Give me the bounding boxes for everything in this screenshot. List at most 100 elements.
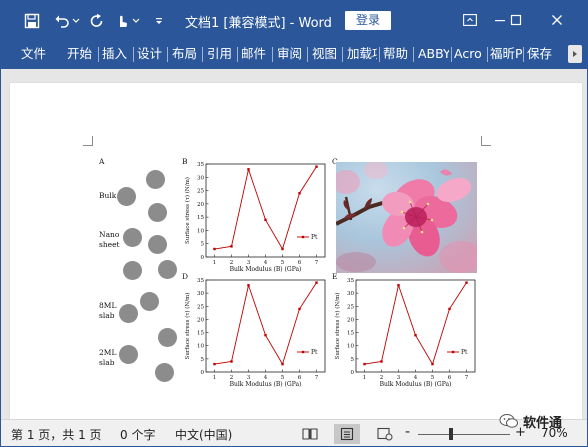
zoom-slider-thumb[interactable] <box>449 428 453 440</box>
save-icon[interactable] <box>21 10 43 32</box>
undo-dropdown-icon[interactable] <box>71 10 81 32</box>
data-point <box>213 362 216 366</box>
data-point <box>431 362 434 366</box>
tab-view[interactable]: 视图 <box>312 39 338 69</box>
tab-foxit-pdf[interactable]: 福昕PDF <box>490 39 522 69</box>
atom-circle <box>119 304 138 323</box>
layer-label-bulk: Bulk <box>99 191 117 200</box>
wechat-logo-icon <box>499 414 518 428</box>
tab-divider <box>451 47 452 62</box>
tab-help[interactable]: 帮助 <box>383 39 409 69</box>
data-point <box>363 362 366 366</box>
data-point <box>448 307 451 311</box>
atom-circle <box>148 235 167 254</box>
tab-save[interactable]: 保存 <box>527 39 558 69</box>
data-point <box>298 307 301 311</box>
y-tick-label: 20 <box>197 202 204 208</box>
tab-divider <box>202 47 203 62</box>
y-tick-label: 35 <box>197 278 204 284</box>
tab-acrobat[interactable]: Acro <box>454 39 485 69</box>
y-tick-label: 30 <box>347 291 354 297</box>
layer-label-8ml: 8ML <box>99 301 117 310</box>
login-button[interactable]: 登录 <box>345 11 391 30</box>
y-tick-label: 25 <box>197 304 204 310</box>
customize-qat-icon[interactable] <box>152 10 166 32</box>
atom-circle <box>140 292 159 311</box>
tab-references[interactable]: 引用 <box>207 39 233 69</box>
tab-divider <box>272 47 273 62</box>
tab-layout[interactable]: 布局 <box>172 39 198 69</box>
read-mode-icon[interactable] <box>297 424 323 444</box>
chart-b: 051015202530351 2 3 4 5 6 7Bulk Modulus (B) (G… <box>184 162 326 273</box>
tab-home[interactable]: 开始 <box>67 39 93 69</box>
data-point <box>315 165 318 168</box>
touch-mode-icon[interactable] <box>113 10 131 32</box>
y-tick-label: 25 <box>347 304 354 310</box>
atom-circle <box>146 170 165 189</box>
y-tick-label: 35 <box>347 278 354 284</box>
tab-file[interactable]: 文件 <box>21 39 47 69</box>
language-status[interactable]: 中文(中国) <box>175 426 232 443</box>
watermark-text: 软件通 <box>523 416 563 431</box>
atom-circle <box>123 228 142 247</box>
y-tick-label: 30 <box>197 175 204 181</box>
chart-frame <box>205 279 326 373</box>
tab-divider <box>307 47 308 62</box>
ribbon-scroll-right-icon[interactable] <box>568 45 582 63</box>
tab-addins[interactable]: 加载项 <box>347 39 377 69</box>
y-tick-label: 5 <box>201 357 205 363</box>
word-count-status[interactable]: 0 个字 <box>120 426 155 443</box>
y-tick-label: 5 <box>201 242 205 248</box>
x-axis-label: Bulk Modulus (B) (GPa) <box>380 381 452 388</box>
x-axis-label: Bulk Modulus (B) (GPa) <box>230 266 302 273</box>
x-tick-label: 1 <box>213 375 217 381</box>
zoom-out-button[interactable]: - <box>405 424 410 440</box>
data-point <box>247 284 250 287</box>
x-tick-label: 7 <box>465 375 469 381</box>
close-icon[interactable] <box>542 9 572 31</box>
print-layout-icon[interactable] <box>334 424 360 444</box>
data-point <box>397 284 400 287</box>
data-point <box>281 362 284 366</box>
y-tick-label: 0 <box>201 255 205 261</box>
tab-insert[interactable]: 插入 <box>102 39 128 69</box>
panel-label-a: A <box>99 157 105 166</box>
ribbon-tabs: 文件 开始 插入 设计 布局 引用 邮件 审阅 视图 加载项 帮助 ABBYY … <box>1 39 587 69</box>
x-tick-label: 1 <box>363 375 367 381</box>
tab-divider <box>523 47 524 62</box>
ribbon-display-options-icon[interactable] <box>455 9 485 31</box>
y-tick-label: 15 <box>197 215 204 221</box>
tab-abbyy[interactable]: ABBYY <box>418 39 449 69</box>
tab-mailings[interactable]: 邮件 <box>241 39 267 69</box>
data-point <box>264 334 267 337</box>
x-tick-label: 7 <box>315 375 319 381</box>
legend-marker <box>301 350 305 354</box>
redo-icon[interactable] <box>88 10 106 32</box>
data-point <box>315 281 318 284</box>
margin-corner-mark <box>83 136 93 146</box>
data-point <box>213 247 216 251</box>
web-layout-icon[interactable] <box>372 424 398 444</box>
data-point <box>298 192 301 195</box>
atom-circle <box>119 345 138 364</box>
word-window: 文档1 [兼容模式] - Word 登录 文件 开始 插入 设计 布局 引用 邮… <box>0 0 588 447</box>
maximize-icon[interactable] <box>501 9 531 31</box>
atom-circle <box>158 328 177 347</box>
tab-design[interactable]: 设计 <box>137 39 163 69</box>
document-title: 文档1 [兼容模式] - Word <box>185 16 332 31</box>
tab-divider <box>342 47 343 62</box>
tab-divider <box>379 47 380 62</box>
y-tick-label: 0 <box>351 370 355 376</box>
title-bar: 文档1 [兼容模式] - Word 登录 <box>1 1 587 39</box>
atom-circle <box>155 363 174 382</box>
tab-review[interactable]: 审阅 <box>277 39 303 69</box>
undo-icon[interactable] <box>53 10 71 32</box>
tab-divider <box>237 47 238 62</box>
y-tick-label: 10 <box>197 228 204 234</box>
page-count-status[interactable]: 第 1 页，共 1 页 <box>11 426 102 443</box>
atom-circle <box>148 203 167 222</box>
y-tick-label: 25 <box>197 189 204 195</box>
zoom-slider-track[interactable] <box>418 434 510 435</box>
touch-dropdown-icon[interactable] <box>131 10 141 32</box>
flower-photo <box>336 162 477 273</box>
